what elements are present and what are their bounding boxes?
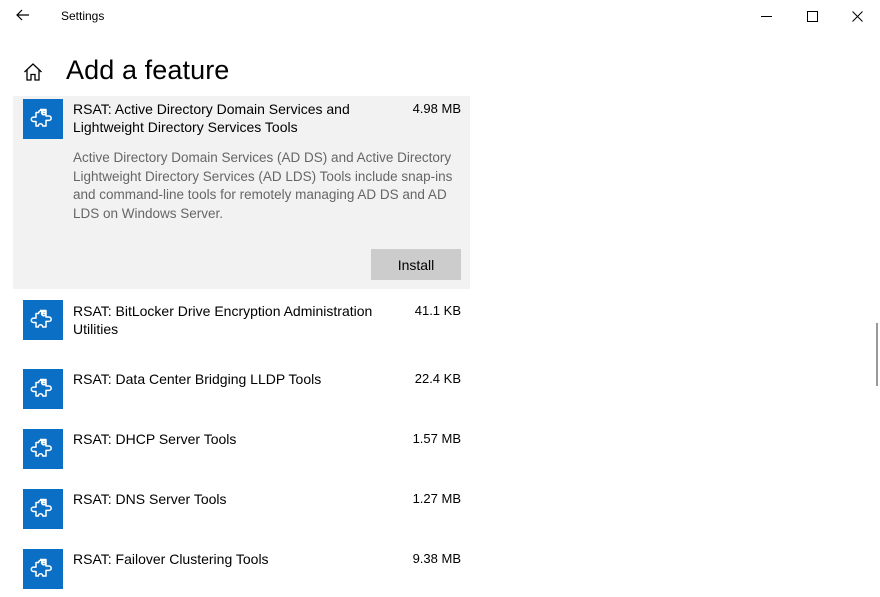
feature-tile	[23, 300, 63, 340]
app-title: Settings	[61, 9, 105, 23]
home-icon[interactable]	[22, 61, 44, 83]
feature-tile	[23, 369, 63, 409]
feature-name: RSAT: BitLocker Drive Encryption Adminis…	[73, 303, 373, 337]
puzzle-piece-icon	[30, 108, 52, 127]
puzzle-piece-icon	[30, 498, 52, 517]
feature-size: 1.57 MB	[412, 431, 461, 446]
feature-description: Active Directory Domain Services (AD DS)…	[73, 150, 453, 221]
feature-tile	[23, 489, 63, 529]
page-title: Add a feature	[66, 55, 230, 85]
feature-size: 22.4 KB	[414, 371, 461, 386]
feature-item[interactable]: RSAT: DHCP Server Tools 1.57 MB	[13, 426, 470, 470]
feature-size: 1.27 MB	[412, 491, 461, 506]
puzzle-piece-icon	[30, 378, 52, 397]
back-button[interactable]	[10, 4, 36, 26]
feature-item[interactable]: RSAT: Data Center Bridging LLDP Tools 22…	[13, 366, 470, 410]
puzzle-piece-icon	[30, 438, 52, 457]
feature-item[interactable]: RSAT: BitLocker Drive Encryption Adminis…	[13, 298, 470, 350]
puzzle-piece-icon	[30, 558, 52, 577]
feature-size: 4.98 MB	[412, 101, 461, 116]
minimize-icon	[760, 15, 772, 17]
feature-size: 41.1 KB	[414, 303, 461, 318]
puzzle-piece-icon	[30, 309, 52, 328]
feature-tile	[23, 549, 63, 589]
close-icon	[851, 10, 863, 22]
feature-tile	[23, 99, 63, 139]
maximize-icon	[806, 10, 818, 22]
install-button[interactable]: Install	[371, 249, 461, 280]
feature-item-expanded[interactable]: RSAT: Active Directory Domain Services a…	[13, 96, 470, 289]
feature-name: RSAT: Active Directory Domain Services a…	[73, 101, 350, 135]
title-bar: Settings	[0, 0, 880, 32]
feature-name: RSAT: Failover Clustering Tools	[73, 551, 269, 567]
maximize-button[interactable]	[789, 0, 835, 32]
arrow-left-icon	[16, 9, 29, 21]
feature-item[interactable]: RSAT: Failover Clustering Tools 9.38 MB	[13, 546, 470, 590]
feature-item[interactable]: RSAT: DNS Server Tools 1.27 MB	[13, 486, 470, 530]
feature-name: RSAT: DNS Server Tools	[73, 491, 227, 507]
minimize-button[interactable]	[743, 0, 789, 32]
feature-tile	[23, 429, 63, 469]
feature-name: RSAT: DHCP Server Tools	[73, 431, 237, 447]
scrollbar-thumb[interactable]	[876, 323, 878, 386]
feature-size: 9.38 MB	[412, 551, 461, 566]
close-button[interactable]	[834, 0, 880, 32]
feature-name: RSAT: Data Center Bridging LLDP Tools	[73, 371, 322, 387]
